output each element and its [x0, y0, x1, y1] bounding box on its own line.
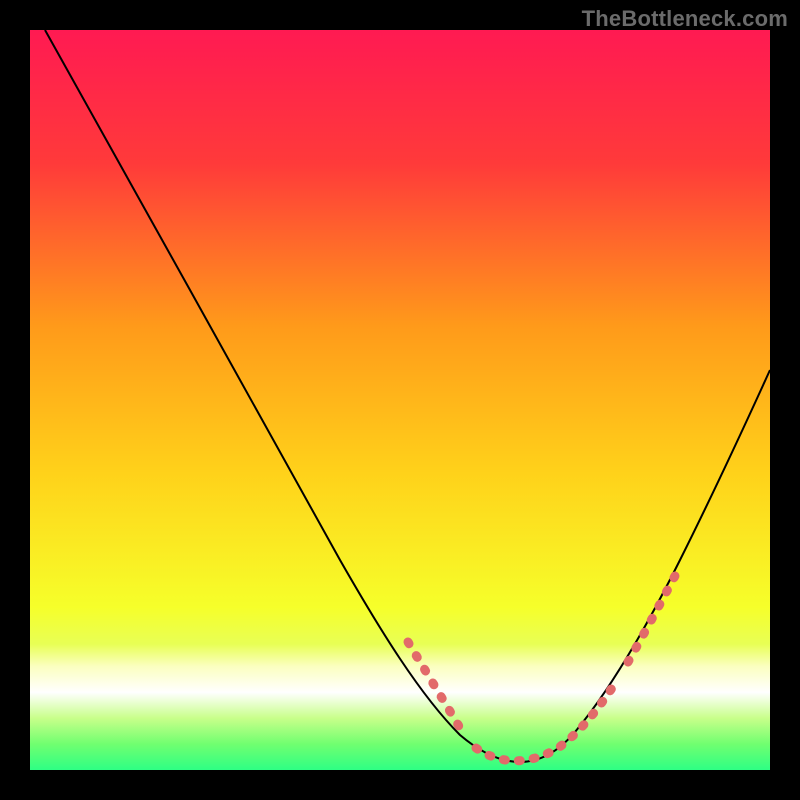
outer-frame: TheBottleneck.com — [0, 0, 800, 800]
highlight-dots — [408, 574, 676, 761]
curve-layer — [30, 30, 770, 770]
bottleneck-curve — [45, 30, 770, 762]
watermark-text: TheBottleneck.com — [582, 6, 788, 32]
plot-area — [30, 30, 770, 770]
